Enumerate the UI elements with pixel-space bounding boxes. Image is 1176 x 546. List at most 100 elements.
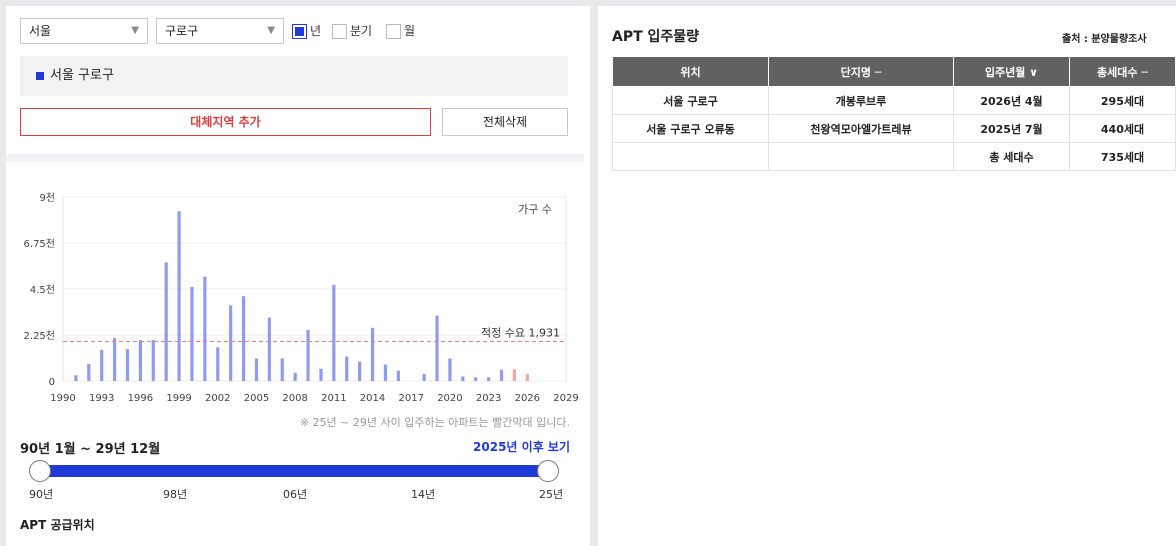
bar [358, 361, 362, 381]
source-label: 출처 : 분양물량조사 [1062, 34, 1147, 45]
bar [499, 369, 504, 381]
table-cell: 서울 구로구 [612, 86, 769, 115]
district-select-value: 구로구 [165, 24, 199, 38]
period-month-label: 월 [404, 24, 416, 38]
bar [461, 376, 465, 381]
bar [370, 327, 375, 381]
period-month-checkbox[interactable]: 월 [386, 22, 415, 40]
bar [280, 358, 284, 381]
column-header-complex[interactable]: 단지명 ─ [768, 56, 954, 87]
period-year-checkbox[interactable]: 년 [292, 22, 321, 40]
table-cell: 735세대 [1069, 142, 1176, 171]
checkbox-icon [386, 23, 401, 39]
bar [383, 364, 388, 381]
table-cell: 서울 구로구 오류동 [612, 114, 769, 143]
right-panel: APT 입주물량 출처 : 분양물량조사 위치 단지명 ─ 입주년월 ∨ 총세대… [598, 6, 1176, 546]
y-tick-label: 0 [49, 377, 55, 388]
range-label: 90년 [29, 488, 54, 501]
left-panel: 서울 ▼ 구로구 ▼ 년 분기 월 서울 구로구 대체지역 추가 전체삭제 9천… [6, 6, 590, 546]
bar [190, 286, 194, 381]
bar [164, 262, 168, 381]
section-divider [6, 154, 584, 162]
bar [151, 340, 155, 381]
series-color-marker [36, 72, 44, 80]
bar [474, 377, 478, 381]
supply-location-title: APT 공급위치 [20, 518, 95, 532]
column-header-units[interactable]: 총세대수 ─ [1069, 56, 1176, 87]
bar [422, 373, 426, 381]
bar [525, 374, 529, 381]
region-select[interactable]: 서울 ▼ [20, 18, 148, 44]
y-tick-label: 9천 [39, 192, 55, 204]
column-header-location[interactable]: 위치 [612, 56, 769, 87]
range-slider-end-handle[interactable] [537, 460, 559, 482]
x-tick-label: 1993 [89, 393, 114, 404]
x-tick-label: 2026 [515, 393, 540, 404]
bar [138, 340, 142, 381]
region-select-value: 서울 [29, 24, 52, 38]
add-alternate-region-button[interactable]: 대체지역 추가 [20, 108, 431, 136]
bar [345, 356, 349, 381]
checkbox-icon [332, 23, 347, 39]
bar [448, 358, 452, 381]
bar [512, 369, 517, 381]
bar [241, 296, 246, 381]
table-row[interactable]: 서울 구로구 개봉루브루 2026년 4월 295세대 [612, 86, 1176, 115]
bar [203, 276, 207, 381]
panel-title: APT 입주물량 [612, 29, 700, 45]
series-label: 가구 수 [518, 203, 552, 216]
y-tick-label: 6.75천 [24, 238, 55, 250]
table-cell: 천왕역모아엘가트레뷰 [768, 114, 954, 143]
table-cell: 295세대 [1069, 86, 1176, 115]
range-title: 90년 1월 ~ 29년 12월 [20, 442, 161, 457]
y-tick-label: 4.5천 [30, 284, 55, 296]
bar [216, 347, 220, 381]
table-cell: 2025년 7월 [953, 114, 1070, 143]
period-year-label: 년 [310, 24, 322, 38]
table-cell: 총 세대수 [953, 142, 1070, 171]
table-cell: 개봉루브루 [768, 86, 954, 115]
bar [87, 363, 91, 381]
y-tick-label: 2.25천 [24, 330, 55, 342]
bar [487, 377, 491, 381]
column-header-move-in-date[interactable]: 입주년월 ∨ [953, 56, 1070, 87]
period-quarter-checkbox[interactable]: 분기 [332, 22, 372, 40]
bar [267, 317, 271, 381]
delete-all-button[interactable]: 전체삭제 [442, 108, 568, 136]
bar [100, 349, 104, 381]
range-label: 14년 [411, 488, 436, 501]
chart-note: ※ 25년 ~ 29년 사이 입주하는 아파트는 빨간막대 입니다. [299, 416, 570, 429]
bar [332, 284, 336, 381]
bar [74, 375, 78, 381]
table-cell: 2026년 4월 [953, 86, 1070, 115]
range-slider-start-handle[interactable] [29, 460, 51, 482]
bar [177, 211, 181, 381]
x-tick-label: 1999 [166, 393, 191, 404]
table-row[interactable]: 서울 구로구 오류동 천왕역모아엘가트레뷰 2025년 7월 440세대 [612, 114, 1176, 143]
period-quarter-label: 분기 [350, 24, 373, 38]
selected-region-row: 서울 구로구 [20, 56, 568, 96]
view-after-2025-link[interactable]: 2025년 이후 보기 [473, 438, 570, 455]
bar [319, 368, 323, 381]
x-tick-label: 2011 [321, 393, 346, 404]
table-total-row: 총 세대수 735세대 [612, 142, 1176, 171]
district-select[interactable]: 구로구 ▼ [156, 18, 284, 44]
x-tick-label: 2020 [437, 393, 462, 404]
table-cell: 440세대 [1069, 114, 1176, 143]
bar [125, 349, 130, 381]
bar [254, 358, 259, 381]
range-slider-track[interactable] [40, 465, 554, 477]
x-tick-label: 2029 [553, 393, 578, 404]
x-tick-label: 2023 [476, 393, 501, 404]
range-label: 25년 [539, 488, 564, 501]
x-tick-label: 2014 [360, 393, 385, 404]
x-tick-label: 1996 [128, 393, 153, 404]
x-tick-label: 2008 [282, 393, 307, 404]
table-cell [768, 142, 954, 171]
bar [229, 305, 233, 381]
x-tick-label: 2005 [244, 393, 269, 404]
bar [435, 315, 439, 381]
x-tick-label: 2017 [399, 393, 424, 404]
chevron-down-icon: ▼ [131, 25, 139, 36]
bar [112, 338, 117, 381]
